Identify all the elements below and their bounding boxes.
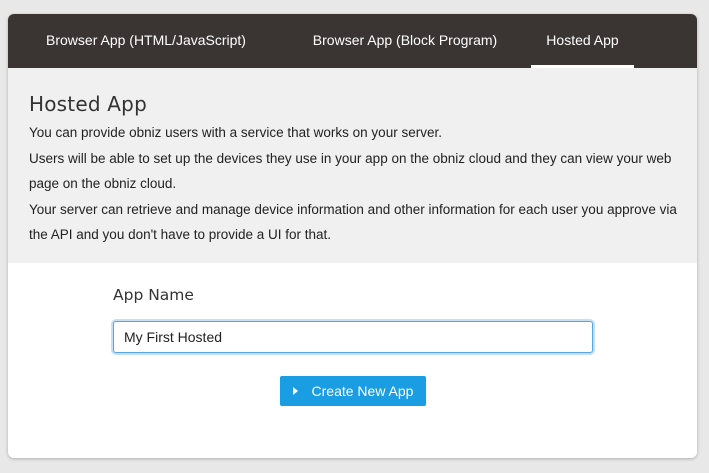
- description-paragraph-1: You can provide obniz users with a servi…: [29, 125, 442, 140]
- app-name-label: App Name: [113, 286, 194, 304]
- caret-right-icon: [292, 387, 298, 395]
- hosted-app-description: Hosted App You can provide obniz users w…: [8, 68, 697, 263]
- tab-browser-app-block[interactable]: Browser App (Block Program): [284, 14, 526, 68]
- app-name-input[interactable]: [113, 321, 593, 353]
- tab-browser-app-html[interactable]: Browser App (HTML/JavaScript): [26, 14, 266, 68]
- hosted-app-card: Browser App (HTML/JavaScript) Browser Ap…: [8, 14, 697, 458]
- create-new-app-button[interactable]: Create New App: [280, 376, 426, 406]
- create-new-app-label: Create New App: [311, 383, 414, 399]
- description-paragraph-2: Users will be able to set up the devices…: [29, 150, 672, 192]
- description-text: You can provide obniz users with a servi…: [29, 120, 689, 248]
- app-type-tabbar: Browser App (HTML/JavaScript) Browser Ap…: [8, 14, 697, 68]
- tab-hosted-app[interactable]: Hosted App: [531, 14, 634, 68]
- section-title: Hosted App: [29, 92, 147, 116]
- description-paragraph-3: Your server can retrieve and manage devi…: [29, 201, 677, 243]
